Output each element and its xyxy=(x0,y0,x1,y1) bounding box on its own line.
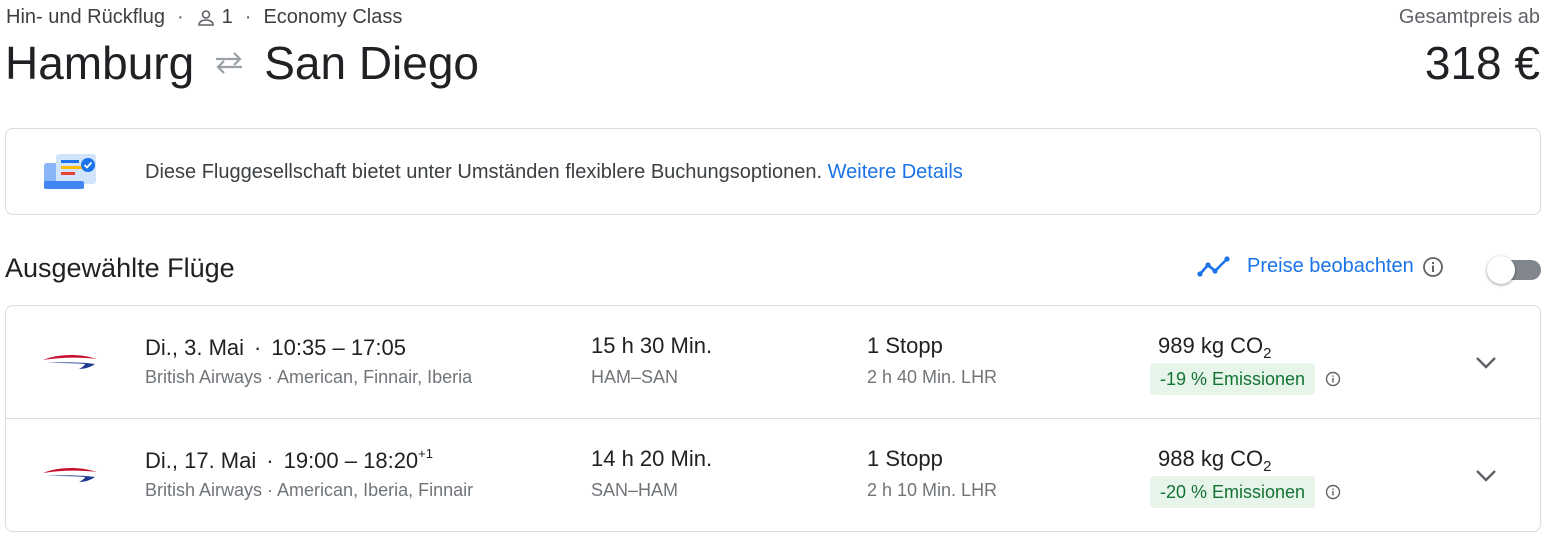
flight-date: Di., 17. Mai xyxy=(145,448,257,473)
info-icon[interactable] xyxy=(1325,371,1341,387)
chevron-down-icon[interactable] xyxy=(1472,461,1500,489)
price-watch-toggle[interactable] xyxy=(1487,256,1541,284)
total-price: 318 € xyxy=(1424,37,1540,89)
flexible-booking-icon xyxy=(43,151,99,200)
price-watch[interactable]: Preise beobachten xyxy=(1197,255,1444,278)
departure-arrival: 19:00 – 18:20 xyxy=(283,448,419,473)
airline-name: British Airways xyxy=(145,367,263,387)
notice-text-row: Diese Fluggesellschaft bietet unter Umst… xyxy=(145,161,963,184)
co2-emissions: 989 kg CO2 xyxy=(1158,333,1272,362)
flight-duration: 14 h 20 Min. xyxy=(591,446,713,471)
info-icon[interactable] xyxy=(1422,256,1444,278)
chevron-down-icon[interactable] xyxy=(1472,348,1500,376)
british-airways-logo xyxy=(41,350,99,377)
route-codes: SAN–HAM xyxy=(591,480,679,500)
flight-times: Di., 3. Mai · 10:35 – 17:05 xyxy=(145,333,406,361)
separator-dot: · xyxy=(176,6,184,28)
toggle-knob xyxy=(1487,256,1515,284)
more-details-link[interactable]: Weitere Details xyxy=(828,161,963,183)
flexible-booking-notice: Diese Fluggesellschaft bietet unter Umst… xyxy=(5,128,1541,215)
notice-text: Diese Fluggesellschaft bietet unter Umst… xyxy=(145,161,823,183)
stop-count: 1 Stopp xyxy=(867,333,943,358)
destination-city: San Diego xyxy=(264,37,480,89)
flight-date: Di., 3. Mai xyxy=(145,335,245,360)
passenger-count: 1 xyxy=(221,6,233,28)
selected-flights-list: Di., 3. Mai · 10:35 – 17:05 British Airway… xyxy=(5,305,1541,532)
total-price-label: Gesamtpreis ab xyxy=(1398,6,1540,28)
flight-row-outbound[interactable]: Di., 3. Mai · 10:35 – 17:05 British Airway… xyxy=(6,306,1540,418)
separator-dot: · xyxy=(244,6,252,28)
trip-summary: Hin- und Rückflug · 1 · Economy Class xyxy=(6,6,402,29)
layover-info: 2 h 40 Min. LHR xyxy=(867,367,998,387)
departure-arrival: 10:35 – 17:05 xyxy=(271,335,406,360)
emissions-badge: -19 % Emissionen xyxy=(1150,363,1316,395)
trip-type: Hin- und Rückflug xyxy=(6,6,165,28)
co2-subscript: 2 xyxy=(1263,345,1272,362)
emissions-badge: -20 % Emissionen xyxy=(1150,476,1316,508)
co2-value: 989 kg CO xyxy=(1158,333,1264,358)
co2-value: 988 kg CO xyxy=(1158,446,1264,471)
flight-times: Di., 17. Mai · 19:00 – 18:20+1 xyxy=(145,446,433,474)
route-title: Hamburg San Diego xyxy=(5,36,479,90)
layover-info: 2 h 10 Min. LHR xyxy=(867,480,998,500)
swap-arrows-icon xyxy=(212,50,246,76)
separator-dot: · xyxy=(266,448,274,473)
info-icon[interactable] xyxy=(1325,484,1341,500)
airline-name: British Airways xyxy=(145,480,263,500)
partner-airlines: American, Finnair, Iberia xyxy=(277,367,473,387)
flight-duration: 15 h 30 Min. xyxy=(591,333,713,358)
co2-emissions: 988 kg CO2 xyxy=(1158,446,1272,475)
co2-subscript: 2 xyxy=(1263,458,1272,475)
person-icon xyxy=(196,8,216,28)
flight-row-return[interactable]: Di., 17. Mai · 19:00 – 18:20+1 British Air… xyxy=(6,418,1540,530)
route-codes: HAM–SAN xyxy=(591,367,679,387)
stop-count: 1 Stopp xyxy=(867,446,943,471)
origin-city: Hamburg xyxy=(5,37,195,89)
british-airways-logo xyxy=(41,463,99,490)
separator-dot: · xyxy=(254,335,262,360)
next-day-indicator: +1 xyxy=(418,446,433,461)
airline-info: British Airways · American, Iberia, Finn… xyxy=(145,480,474,500)
price-trend-icon xyxy=(1197,255,1231,278)
section-title: Ausgewählte Flüge xyxy=(5,253,235,283)
price-watch-label[interactable]: Preise beobachten xyxy=(1247,255,1414,278)
airline-info: British Airways · American, Finnair, Ibe… xyxy=(145,367,473,387)
partner-airlines: American, Iberia, Finnair xyxy=(277,480,474,500)
cabin-class: Economy Class xyxy=(263,6,403,28)
